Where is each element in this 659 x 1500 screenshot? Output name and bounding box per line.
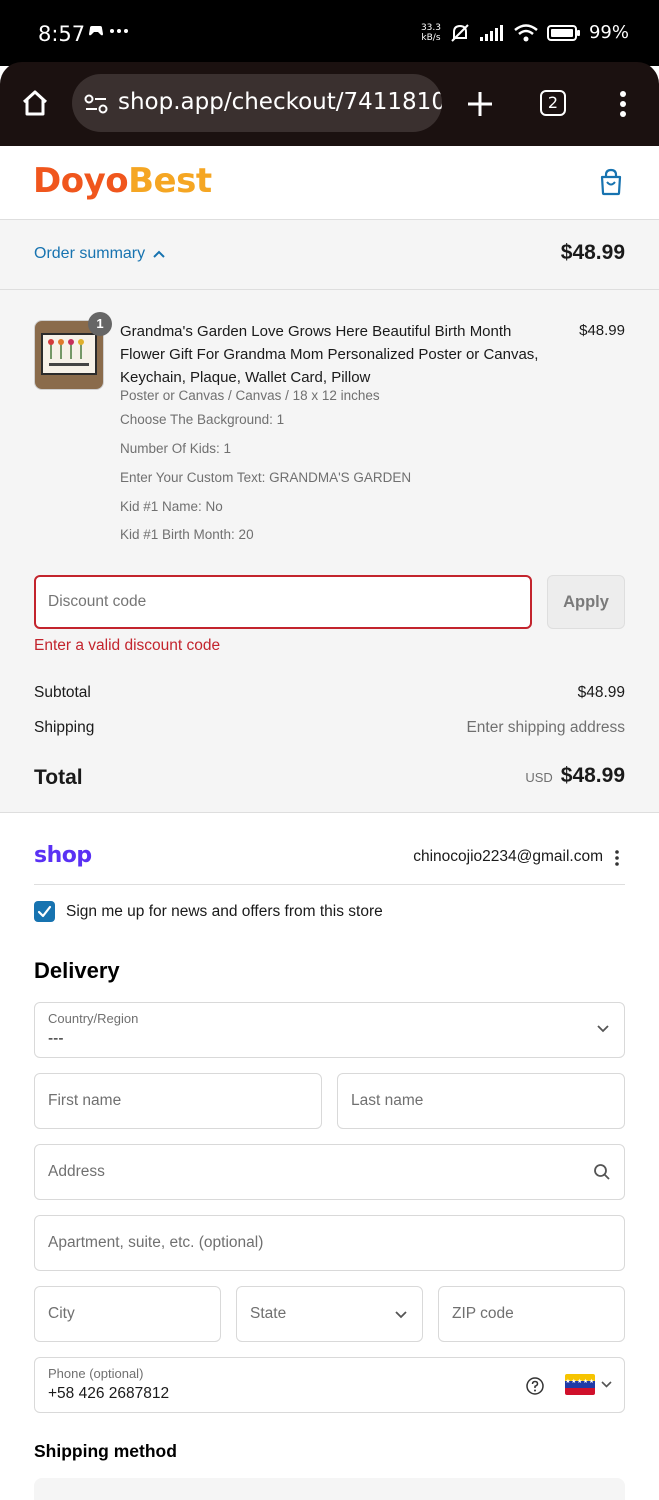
order-summary-panel: 1 Grandma's Garden Love Grows Here Beaut… (0, 290, 659, 813)
shipping-value: Enter shipping address (466, 719, 625, 736)
status-notification-icons (88, 24, 132, 43)
address-bar[interactable]: shop.app/checkout/741181033 (72, 74, 442, 132)
last-name-field[interactable]: Last name (337, 1073, 625, 1129)
poster-image (41, 333, 97, 375)
home-icon[interactable] (20, 88, 50, 118)
quantity-badge: 1 (88, 312, 112, 336)
last-name-placeholder: Last name (351, 1092, 424, 1109)
chevron-down-icon (395, 1311, 407, 1319)
order-summary-total: $48.99 (560, 241, 625, 264)
product-property: Kid #1 Name: No (120, 499, 223, 514)
more-menu-icon[interactable] (616, 90, 630, 118)
signal-icon (479, 24, 503, 41)
new-tab-icon[interactable] (466, 90, 494, 118)
newsletter-checkbox[interactable] (34, 901, 55, 922)
total-currency: USD (525, 770, 553, 785)
city-placeholder: City (48, 1305, 75, 1322)
newsletter-label[interactable]: Sign me up for news and offers from this… (66, 903, 383, 921)
phone-field[interactable]: Phone (optional) +58 426 2687812 ★★★★★ (34, 1357, 625, 1413)
shop-pay-logo: shop (34, 843, 92, 868)
product-variant: Poster or Canvas / Canvas / 18 x 12 inch… (120, 388, 380, 403)
chevron-down-icon[interactable] (601, 1381, 612, 1388)
discount-error-message: Enter a valid discount code (34, 637, 221, 654)
mute-bell-icon (451, 23, 469, 42)
product-title: Grandma's Garden Love Grows Here Beautif… (120, 323, 539, 386)
order-summary-bar[interactable]: Order summary $48.99 (0, 220, 659, 290)
battery-percent: 99% (588, 22, 629, 43)
tab-switcher-button[interactable]: 2 (540, 90, 566, 116)
status-time: 8:57 (38, 22, 86, 46)
discount-code-input[interactable] (34, 575, 532, 629)
apartment-placeholder: Apartment, suite, etc. (optional) (48, 1234, 264, 1251)
country-value: --- (48, 1030, 64, 1047)
account-menu-icon[interactable] (614, 849, 620, 867)
checkmark-icon (37, 905, 52, 918)
product-property: Choose The Background: 1 (120, 412, 285, 427)
zip-field[interactable]: ZIP code (438, 1286, 625, 1342)
status-bar: 8:57 33.3 kB/s 99% (0, 0, 659, 66)
country-select[interactable]: Country/Region --- (34, 1002, 625, 1058)
shipping-method-box (34, 1478, 625, 1500)
battery-icon (546, 24, 580, 41)
first-name-field[interactable]: First name (34, 1073, 322, 1129)
phone-value: +58 426 2687812 (48, 1385, 170, 1402)
gamepad-icon (89, 26, 128, 36)
subtotal-value: $48.99 (577, 684, 625, 701)
url-text: shop.app/checkout/741181033 (118, 89, 442, 115)
wifi-icon (514, 23, 538, 41)
delivery-heading: Delivery (34, 958, 120, 983)
address-placeholder: Address (48, 1163, 105, 1180)
venezuela-flag-icon[interactable]: ★★★★★ (565, 1374, 595, 1395)
shipping-method-heading: Shipping method (34, 1441, 177, 1461)
country-label: Country/Region (48, 1011, 139, 1026)
product-property: Enter Your Custom Text: GRANDMA'S GARDEN (120, 470, 412, 485)
product-property: Number Of Kids: 1 (120, 441, 232, 456)
divider (34, 884, 625, 885)
help-icon[interactable] (525, 1376, 545, 1396)
product-price: $48.99 (579, 322, 625, 339)
total-label: Total (34, 766, 83, 789)
city-field[interactable]: City (34, 1286, 221, 1342)
site-settings-icon[interactable] (84, 93, 108, 115)
shopping-bag-icon[interactable] (598, 168, 624, 196)
subtotal-label: Subtotal (34, 684, 91, 701)
apply-discount-button[interactable]: Apply (547, 575, 625, 629)
browser-toolbar: shop.app/checkout/741181033 2 (0, 62, 659, 146)
phone-label: Phone (optional) (48, 1366, 144, 1381)
search-icon (594, 1164, 610, 1180)
account-email: chinocojio2234@gmail.com (413, 848, 603, 865)
apartment-field[interactable]: Apartment, suite, etc. (optional) (34, 1215, 625, 1271)
order-summary-label: Order summary (34, 245, 146, 262)
product-property: Kid #1 Birth Month: 20 (120, 527, 254, 542)
network-speed: 33.3 kB/s (420, 22, 441, 43)
zip-placeholder: ZIP code (452, 1305, 514, 1322)
store-logo[interactable]: DoyoBest (33, 161, 212, 201)
chevron-down-icon (597, 1025, 609, 1033)
first-name-placeholder: First name (48, 1092, 122, 1109)
total-value: $48.99 (560, 764, 625, 787)
store-header: DoyoBest (0, 146, 659, 220)
state-placeholder: State (250, 1305, 287, 1322)
order-summary-toggle[interactable]: Order summary (34, 245, 165, 263)
status-right-icons: 33.3 kB/s 99% (421, 22, 629, 43)
chevron-up-icon (153, 250, 165, 258)
total-amount: USD $48.99 (525, 764, 625, 788)
state-select[interactable]: State (236, 1286, 423, 1342)
shipping-label: Shipping (34, 719, 95, 736)
address-field[interactable]: Address (34, 1144, 625, 1200)
